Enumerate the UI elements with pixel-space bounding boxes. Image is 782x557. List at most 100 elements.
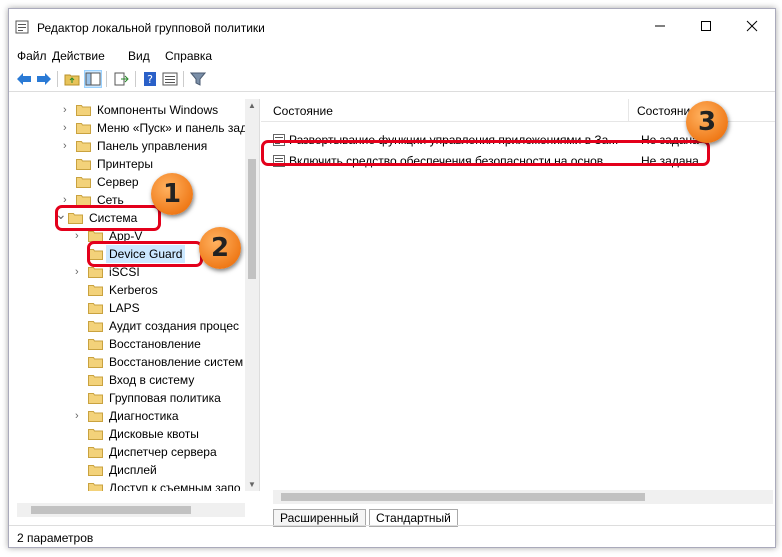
tree-item[interactable]: Доступ к съемным запо <box>75 479 245 491</box>
window-title: Редактор локальной групповой политики <box>37 21 265 35</box>
close-button[interactable] <box>729 9 775 43</box>
tree-item-label: Сервер <box>97 175 139 189</box>
folder-icon <box>88 465 103 476</box>
folder-icon <box>88 357 103 368</box>
tree-item-label: Принтеры <box>97 157 153 171</box>
tree-item-label: Групповая политика <box>109 391 221 405</box>
folder-icon <box>88 393 103 404</box>
menu-view[interactable]: Вид <box>128 49 150 63</box>
callout-badge-1: 1 <box>151 173 193 215</box>
tree-item-label: Аудит создания процес <box>109 319 240 333</box>
details-horizontal-scrollbar[interactable] <box>273 490 773 504</box>
folder-icon <box>88 321 103 332</box>
callout-badge-2: 2 <box>199 227 241 269</box>
tree-item[interactable]: Kerberos <box>75 281 245 299</box>
properties-icon <box>162 72 178 86</box>
folder-icon <box>76 159 91 170</box>
tree-item[interactable]: Аудит создания процес <box>75 317 245 335</box>
folder-icon <box>88 267 103 278</box>
callout-badge-3: 3 <box>686 101 728 143</box>
forward-button[interactable] <box>35 70 53 88</box>
tree-item[interactable]: Принтеры <box>63 155 245 173</box>
tree-item[interactable]: Восстановление <box>75 335 245 353</box>
tree-item[interactable]: › Меню «Пуск» и панель зад <box>63 119 248 137</box>
callout-frame-policy <box>261 140 710 166</box>
back-arrow-icon <box>17 73 31 85</box>
tree-item-label: LAPS <box>109 301 140 315</box>
tree-horizontal-scrollbar[interactable] <box>17 503 245 517</box>
properties-button[interactable] <box>161 70 179 88</box>
tree-item-label: Дисплей <box>109 463 157 477</box>
chevron-right-icon[interactable]: › <box>75 407 85 425</box>
tree-item-label: Восстановление <box>109 337 201 351</box>
folder-icon <box>88 447 103 458</box>
folder-icon <box>76 177 91 188</box>
tree-item-label: Диспетчер сервера <box>109 445 217 459</box>
tree-item-label: Меню «Пуск» и панель зад <box>97 121 248 135</box>
export-list-icon <box>114 72 129 86</box>
folder-icon <box>88 411 103 422</box>
folder-icon <box>88 339 103 350</box>
maximize-button[interactable] <box>683 9 729 43</box>
up-folder-icon <box>64 74 80 86</box>
tree-scroll-thumb[interactable] <box>248 159 256 279</box>
tree-item[interactable]: Диспетчер сервера <box>75 443 245 461</box>
menu-bar: Файл Действие Вид Справка <box>9 45 775 65</box>
tree-item[interactable]: Групповая политика <box>75 389 245 407</box>
tree-vertical-scrollbar[interactable]: ▲ ▼ <box>245 99 259 491</box>
filter-button[interactable] <box>189 70 207 88</box>
tree-item-label: Компоненты Windows <box>97 103 219 117</box>
tree-item[interactable]: LAPS <box>75 299 245 317</box>
help-icon: ? <box>144 72 156 86</box>
folder-icon <box>76 105 91 116</box>
menu-action[interactable]: Действие <box>52 49 105 63</box>
folder-icon <box>88 483 103 491</box>
tree-item-label: Kerberos <box>109 283 158 297</box>
tree-item-label: Восстановление систем <box>109 355 244 369</box>
tree-item-label: Доступ к съемным запо <box>109 481 241 491</box>
up-folder-button[interactable] <box>63 70 81 88</box>
tree-item-label: Панель управления <box>97 139 208 153</box>
tree-item[interactable]: Дисковые квоты <box>75 425 245 443</box>
chevron-right-icon[interactable]: › <box>75 263 85 281</box>
tree-item-label: Вход в систему <box>109 373 195 387</box>
help-button[interactable]: ? <box>141 70 159 88</box>
tree-item[interactable]: › Компоненты Windows <box>63 101 245 119</box>
scroll-up-icon[interactable]: ▲ <box>248 101 256 110</box>
menu-file[interactable]: Файл <box>17 49 47 63</box>
toolbar: ? <box>9 67 775 92</box>
details-hscroll-thumb[interactable] <box>281 493 645 501</box>
menu-help[interactable]: Справка <box>165 49 212 63</box>
tree-item[interactable]: › Диагностика <box>75 407 245 425</box>
show-hide-tree-button[interactable] <box>84 70 102 88</box>
close-icon <box>746 20 758 32</box>
chevron-right-icon[interactable]: › <box>63 119 73 137</box>
forward-arrow-icon <box>37 73 51 85</box>
gpedit-window: Редактор локальной групповой политики Фа… <box>8 8 776 548</box>
chevron-right-icon[interactable]: › <box>63 101 73 119</box>
scroll-down-icon[interactable]: ▼ <box>248 480 256 489</box>
export-list-button[interactable] <box>113 70 131 88</box>
show-hide-tree-icon <box>85 72 101 86</box>
tree-item-label: Дисковые квоты <box>109 427 199 441</box>
chevron-right-icon[interactable]: › <box>63 137 73 155</box>
maximize-icon <box>701 21 711 31</box>
callout-frame-device-guard <box>87 241 203 267</box>
tree-item[interactable]: Дисплей <box>75 461 245 479</box>
tree-item[interactable]: Вход в систему <box>75 371 245 389</box>
folder-icon <box>88 375 103 386</box>
minimize-button[interactable] <box>637 9 683 43</box>
status-text: 2 параметров <box>17 531 94 545</box>
back-button[interactable] <box>15 70 33 88</box>
app-icon <box>15 20 29 34</box>
folder-icon <box>76 123 91 134</box>
tree-hscroll-thumb[interactable] <box>31 506 191 514</box>
tree-item[interactable]: Восстановление систем <box>75 353 245 371</box>
tree-item[interactable]: › Панель управления <box>63 137 245 155</box>
folder-icon <box>88 285 103 296</box>
column-header-setting[interactable]: Состояние <box>273 104 333 118</box>
folder-icon <box>88 429 103 440</box>
svg-text:?: ? <box>147 73 153 86</box>
tree-pane: › Компоненты Windows › Меню «Пуск» и панель… <box>9 99 260 491</box>
folder-icon <box>76 141 91 152</box>
